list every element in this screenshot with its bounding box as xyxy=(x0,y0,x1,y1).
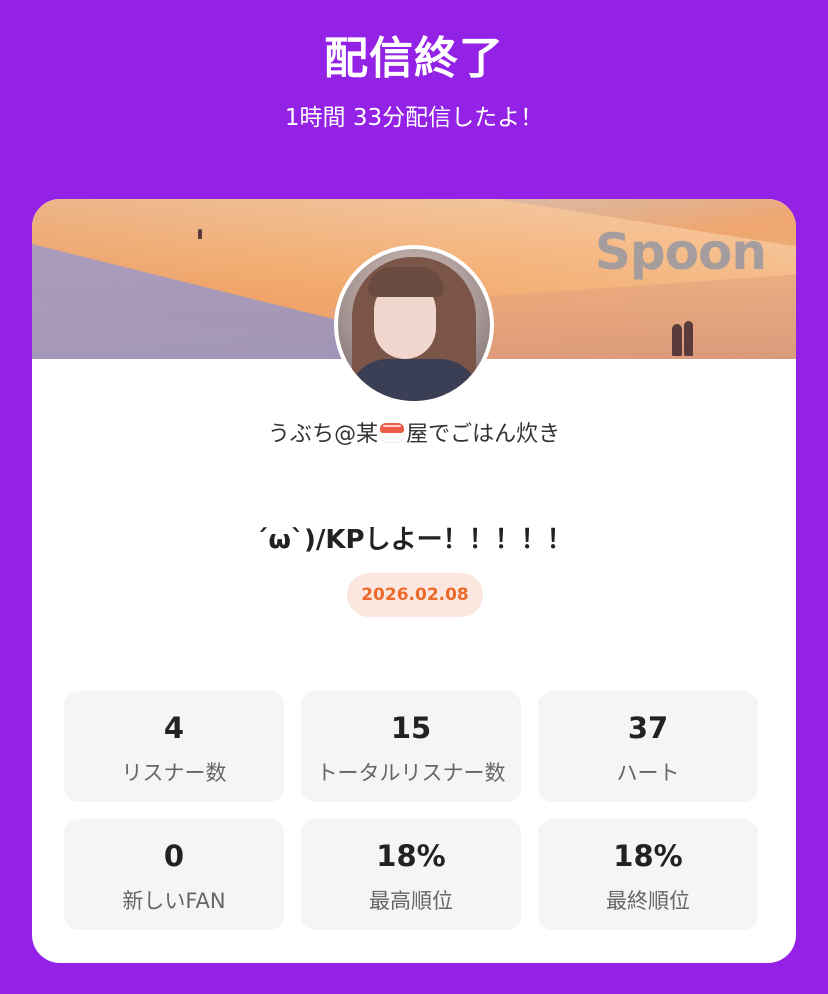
dj-name-prefix: うぶち@某 xyxy=(267,422,379,447)
stat-new-fans: 0 新しいFAN xyxy=(64,819,284,930)
page-title: 配信終了 xyxy=(324,33,504,84)
stat-label: リスナー数 xyxy=(121,761,227,785)
sushi-icon xyxy=(379,423,406,443)
stat-listeners: 4 リスナー数 xyxy=(64,691,284,802)
stat-total-listeners: 15 トータルリスナー数 xyxy=(301,691,521,802)
avatar[interactable] xyxy=(334,245,494,405)
spoon-logo: Spoon xyxy=(594,223,767,281)
stat-label: トータルリスナー数 xyxy=(316,761,506,785)
stat-value: 18% xyxy=(613,839,683,873)
stat-hearts: 37 ハート xyxy=(538,691,758,802)
room-title: ´ω`)/KPしよー！！！！！ xyxy=(255,525,573,555)
stat-value: 15 xyxy=(390,711,432,745)
date-badge: 2026.02.08 xyxy=(347,573,483,617)
broadcast-summary-card: Spoon うぶち@某 屋でごはん炊き ´ω`)/KPしよー！！！！！ 2026.… xyxy=(32,199,796,963)
stat-label: 新しいFAN xyxy=(122,889,226,913)
dj-name: うぶち@某 屋でごはん炊き xyxy=(32,416,796,448)
dj-name-suffix: 屋でごはん炊き xyxy=(406,422,561,447)
stat-label: ハート xyxy=(616,761,680,785)
stat-value: 4 xyxy=(163,711,185,745)
stat-value: 18% xyxy=(376,839,446,873)
stat-value: 37 xyxy=(627,711,669,745)
stat-label: 最高順位 xyxy=(369,889,453,913)
stat-label: 最終順位 xyxy=(606,889,690,913)
broadcast-duration: 1時間 33分配信したよ！ xyxy=(284,105,544,131)
stat-final-rank: 18% 最終順位 xyxy=(538,819,758,930)
stat-value: 0 xyxy=(163,839,185,873)
stat-highest-rank: 18% 最高順位 xyxy=(301,819,521,930)
